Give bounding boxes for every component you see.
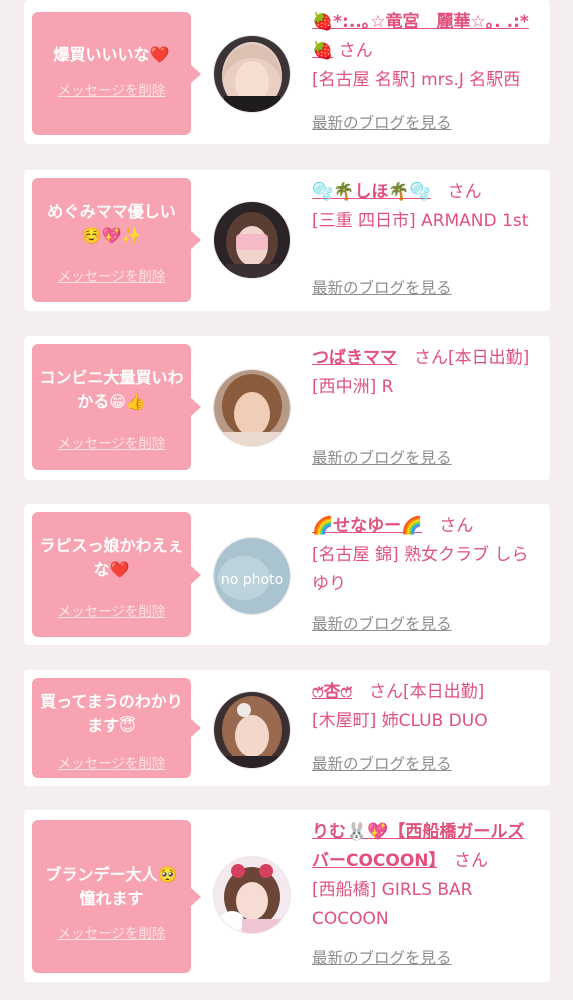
latest-blog-link[interactable]: 最新のブログを見る — [312, 278, 452, 298]
sender-name-link[interactable]: ෆ̈杏ෆ̈ — [312, 682, 352, 702]
sender-info: 🍓*:..｡☆竜宮 麗華☆｡. .:*🍓 さん [名古屋 名駅] mrs.J 名… — [312, 8, 540, 95]
no-photo-label: no photo — [221, 572, 283, 588]
avatar[interactable] — [214, 202, 290, 278]
message-bubble: ブランデー大人🥺憧れます メッセージを削除 — [32, 820, 201, 973]
message-text: 爆買いいいな❤️ — [53, 45, 170, 64]
honorific: さん — [439, 516, 474, 536]
message-card: 買ってまうのわかります😇 メッセージを削除 ෆ̈杏ෆ̈ さん[本日出勤] [木屋… — [24, 670, 550, 786]
shop-info: [名古屋 名駅] mrs.J 名駅西 — [312, 70, 521, 90]
message-bubble: ラピスっ娘かわえぇな❤️ メッセージを削除 — [32, 512, 201, 637]
message-card: ブランデー大人🥺憧れます メッセージを削除 りむ🐰💖【西船橋ガールズバーCOCO… — [24, 810, 550, 982]
message-bubble: 爆買いいいな❤️ メッセージを削除 — [32, 12, 201, 135]
latest-blog-link[interactable]: 最新のブログを見る — [312, 448, 452, 468]
shop-info: [西中洲] R — [312, 377, 394, 397]
sender-name-line: 🍓*:..｡☆竜宮 麗華☆｡. .:*🍓 さん — [312, 8, 540, 66]
delete-message-link[interactable]: メッセージを削除 — [32, 925, 191, 943]
sender-info: りむ🐰💖【西船橋ガールズバーCOCOON】 さん [西船橋] GIRLS BAR… — [312, 818, 540, 934]
message-bubble: めぐみママ優しい☺️💖✨ メッセージを削除 — [32, 178, 201, 302]
sender-name-line: つばきママ さん[本日出勤] — [312, 344, 540, 373]
latest-blog-link[interactable]: 最新のブログを見る — [312, 948, 452, 968]
delete-message-link[interactable]: メッセージを削除 — [32, 268, 191, 286]
latest-blog-link[interactable]: 最新のブログを見る — [312, 113, 452, 133]
sender-info: 🌈せなゆー🌈 さん [名古屋 錦] 熟女クラブ しらゆり — [312, 512, 540, 599]
honorific: さん — [447, 182, 482, 202]
sender-info: つばきママ さん[本日出勤] [西中洲] R — [312, 344, 540, 402]
sender-name-link[interactable]: りむ🐰💖【西船橋ガールズバーCOCOON】 — [312, 822, 524, 871]
message-list: 爆買いいいな❤️ メッセージを削除 🍓*:..｡☆竜宮 麗華☆｡. .:*🍓 さ… — [0, 0, 573, 1000]
sender-info: 🫧🌴しほ🌴🫧 さん [三重 四日市] ARMAND 1st — [312, 178, 540, 236]
sender-name-link[interactable]: 🫧🌴しほ🌴🫧 — [312, 182, 431, 202]
message-card: コンビニ大量買いわかる😁👍 メッセージを削除 つばきママ さん[本日出勤] [西… — [24, 336, 550, 480]
honorific: さん — [454, 851, 489, 871]
avatar[interactable]: no photo — [214, 538, 290, 614]
honorific: さん — [338, 41, 373, 61]
avatar[interactable] — [214, 36, 290, 112]
avatar[interactable] — [214, 370, 290, 446]
sender-name-link[interactable]: 🌈せなゆー🌈 — [312, 516, 422, 536]
sender-name-link[interactable]: つばきママ — [312, 348, 397, 368]
shop-info: [西船橋] GIRLS BAR COCOON — [312, 880, 473, 929]
message-card: ラピスっ娘かわえぇな❤️ メッセージを削除 no photo 🌈せなゆー🌈 さん… — [24, 504, 550, 645]
message-text: めぐみママ優しい☺️💖✨ — [47, 202, 176, 245]
message-text: 買ってまうのわかります😇 — [40, 692, 183, 735]
sender-name-line: りむ🐰💖【西船橋ガールズバーCOCOON】 さん — [312, 818, 540, 876]
shop-info: [名古屋 錦] 熟女クラブ しらゆり — [312, 545, 529, 594]
message-text: コンビニ大量買いわかる😁👍 — [39, 368, 184, 411]
message-card: 爆買いいいな❤️ メッセージを削除 🍓*:..｡☆竜宮 麗華☆｡. .:*🍓 さ… — [24, 0, 550, 144]
message-text: ラピスっ娘かわえぇな❤️ — [39, 536, 184, 579]
latest-blog-link[interactable]: 最新のブログを見る — [312, 614, 452, 634]
honorific: さん[本日出勤] — [369, 682, 485, 702]
delete-message-link[interactable]: メッセージを削除 — [32, 435, 191, 453]
shop-info: [木屋町] 姉CLUB DUO — [312, 711, 488, 731]
avatar[interactable] — [214, 857, 290, 933]
message-text: ブランデー大人🥺憧れます — [45, 865, 178, 908]
avatar[interactable] — [214, 692, 290, 768]
message-bubble: コンビニ大量買いわかる😁👍 メッセージを削除 — [32, 344, 201, 470]
sender-name-line: ෆ̈杏ෆ̈ さん[本日出勤] — [312, 678, 540, 707]
delete-message-link[interactable]: メッセージを削除 — [32, 755, 191, 773]
sender-name-line: 🫧🌴しほ🌴🫧 さん — [312, 178, 540, 207]
delete-message-link[interactable]: メッセージを削除 — [32, 603, 191, 621]
message-bubble: 買ってまうのわかります😇 メッセージを削除 — [32, 678, 201, 778]
message-card: めぐみママ優しい☺️💖✨ メッセージを削除 🫧🌴しほ🌴🫧 さん [三重 四日市]… — [24, 170, 550, 311]
latest-blog-link[interactable]: 最新のブログを見る — [312, 754, 452, 774]
sender-info: ෆ̈杏ෆ̈ さん[本日出勤] [木屋町] 姉CLUB DUO — [312, 678, 540, 736]
shop-info: [三重 四日市] ARMAND 1st — [312, 211, 529, 231]
delete-message-link[interactable]: メッセージを削除 — [32, 82, 191, 100]
sender-name-line: 🌈せなゆー🌈 さん — [312, 512, 540, 541]
honorific: さん[本日出勤] — [414, 348, 530, 368]
